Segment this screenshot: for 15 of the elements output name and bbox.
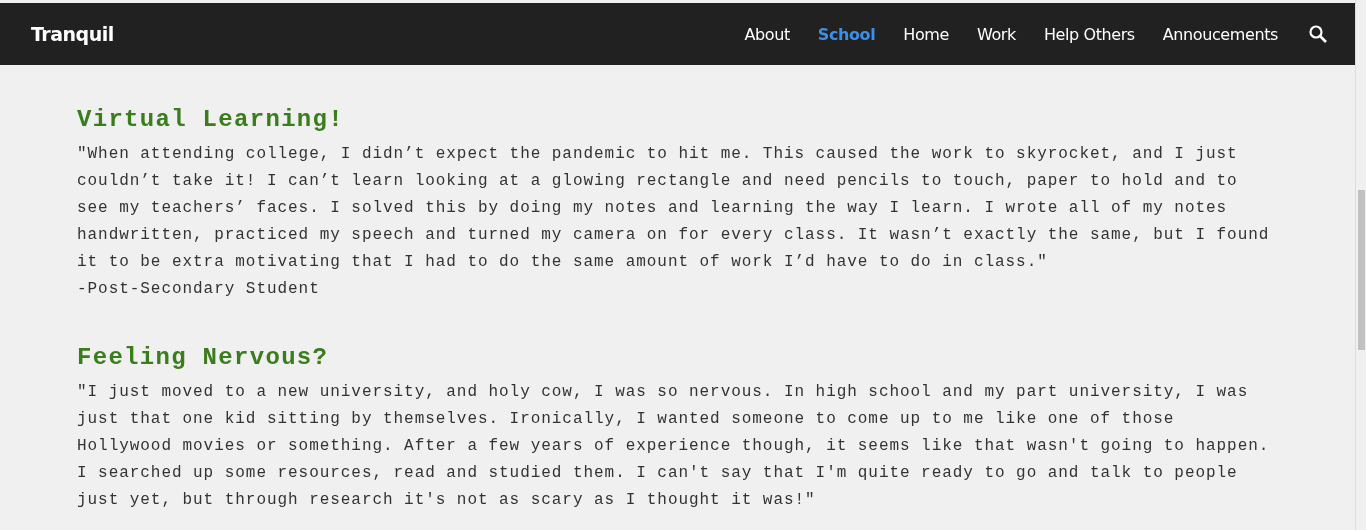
scrollbar-thumb[interactable]	[1358, 190, 1365, 350]
search-icon[interactable]	[1308, 24, 1328, 44]
quote-paragraph: "When attending college, I didn’t expect the pandemic to hit me. This caused the work to skyrocket, and I just couldn’t take it! I can’t learn looking at a glowing rectangle and need pencils to touch, paper to hold and to see my teachers’ faces. I solved this by doing my notes and learning the way I learn. I wrote all of my notes handwritten, practiced my speech and turned my camera on for every class. It wasn’t exactly the same, but I found it to be extra motivating that I had to do the same amount of work I’d have to do in class."	[77, 144, 1271, 273]
nav-link[interactable]: Work	[976, 24, 1016, 44]
nav-link[interactable]: School	[817, 24, 876, 44]
section-heading: Feeling Nervous?	[77, 343, 330, 373]
nav-link[interactable]: Help Others	[1043, 24, 1135, 44]
nav-link[interactable]: About	[744, 24, 790, 44]
nav-link[interactable]: Annoucements	[1162, 24, 1278, 44]
nav-link[interactable]: Home	[903, 24, 949, 44]
section-heading: Virtual Learning!	[77, 105, 345, 135]
quote-paragraph: "I just moved to a new university, and holy cow, I was so nervous. In high school and my part university, I was just that one kid sitting by themselves. Ironically, I wanted someone to come up to me like one of those Hollywood movies or something. After a few years of experience though, it seems like that wasn't going to happen. I searched up some resources, read and studied them. I can't say that I'm quite ready to go and talk to people just yet, but through research it's not as scary as I thought it was!"	[77, 382, 1271, 511]
quote-author: -Post-Secondary Student	[77, 279, 321, 300]
scrollbar[interactable]	[1355, 0, 1366, 530]
site-logo[interactable]: Tranquil	[31, 23, 114, 45]
